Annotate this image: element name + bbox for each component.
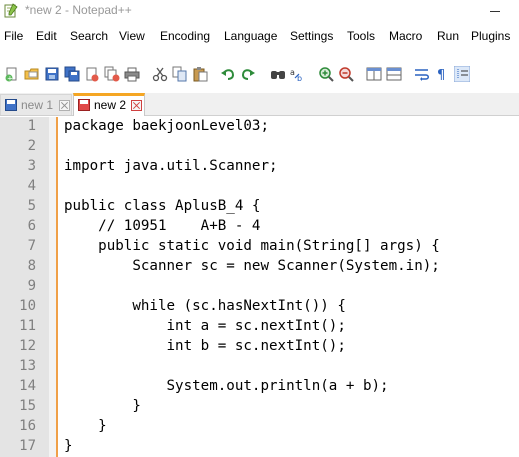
code-line[interactable]: 11 int a = sc.nextInt();	[0, 317, 519, 337]
line-number: 6	[27, 218, 36, 234]
code-line[interactable]: 5 public class AplusB_4 {	[0, 197, 519, 217]
line-number: 13	[19, 358, 36, 374]
menu-run[interactable]: Run	[437, 29, 459, 43]
code-text[interactable]: int a = sc.nextInt();	[64, 318, 345, 334]
line-number: 9	[27, 278, 36, 294]
line-number: 7	[27, 238, 36, 254]
replace-icon[interactable]: ab	[290, 66, 306, 82]
tab-new-2[interactable]: new 2	[73, 93, 145, 116]
indent-guide-icon[interactable]	[454, 66, 470, 82]
sync-horizontal-icon[interactable]	[386, 66, 402, 82]
code-line[interactable]: 6 // 10951 A+B - 4	[0, 217, 519, 237]
code-text[interactable]: }	[64, 398, 141, 414]
word-wrap-icon[interactable]	[414, 66, 430, 82]
code-line[interactable]: 17}	[0, 437, 519, 457]
code-line[interactable]: 15 }	[0, 397, 519, 417]
line-number: 12	[19, 338, 36, 354]
line-number: 4	[27, 178, 36, 194]
menu-bar: File Edit Search View Encoding Language …	[0, 22, 519, 49]
cut-icon[interactable]	[152, 66, 168, 82]
window-title: *new 2 - Notepad++	[25, 3, 132, 17]
code-text[interactable]: System.out.println(a + b);	[64, 378, 388, 394]
code-line[interactable]: 2	[0, 137, 519, 157]
open-file-icon[interactable]	[24, 66, 40, 82]
line-number: 10	[19, 298, 36, 314]
line-number: 14	[19, 378, 36, 394]
line-number: 16	[19, 418, 36, 434]
undo-icon[interactable]	[220, 66, 236, 82]
sync-vertical-icon[interactable]	[366, 66, 382, 82]
line-number: 5	[27, 198, 36, 214]
code-line[interactable]: 3 import java.util.Scanner;	[0, 157, 519, 177]
notepad-plus-plus-icon	[4, 3, 18, 18]
tab-label: new 1	[21, 98, 54, 112]
new-file-icon[interactable]: +	[4, 66, 20, 82]
tab-close-button[interactable]	[59, 100, 70, 111]
menu-macro[interactable]: Macro	[389, 29, 422, 43]
tab-new-1[interactable]: new 1	[0, 94, 72, 115]
zoom-in-icon[interactable]	[318, 66, 334, 82]
tab-close-button[interactable]	[131, 100, 142, 111]
code-line[interactable]: 10 while (sc.hasNextInt()) {	[0, 297, 519, 317]
svg-text:a: a	[290, 68, 295, 77]
line-number: 15	[19, 398, 36, 414]
save-all-icon[interactable]	[64, 66, 80, 82]
svg-text:+: +	[7, 75, 13, 83]
code-text[interactable]: package baekjoonLevel03;	[64, 118, 269, 134]
tab-bar: new 1 new 2	[0, 93, 519, 116]
code-line[interactable]: 14 System.out.println(a + b);	[0, 377, 519, 397]
code-line[interactable]: 12 int b = sc.nextInt();	[0, 337, 519, 357]
redo-icon[interactable]	[240, 66, 256, 82]
code-line[interactable]: 4	[0, 177, 519, 197]
toolbar: + ab ¶	[0, 61, 519, 89]
line-number: 3	[27, 158, 36, 174]
code-text[interactable]: while (sc.hasNextInt()) {	[64, 298, 346, 314]
menu-tools[interactable]: Tools	[347, 29, 375, 43]
print-icon[interactable]	[124, 66, 140, 82]
code-line[interactable]: 7 public static void main(String[] args)…	[0, 237, 519, 257]
title-bar: *new 2 - Notepad++	[0, 0, 519, 22]
unsaved-file-icon	[78, 99, 90, 111]
copy-icon[interactable]	[172, 66, 188, 82]
code-text[interactable]: public class AplusB_4 {	[64, 198, 260, 214]
tab-label: new 2	[94, 98, 127, 112]
line-number: 11	[19, 318, 36, 334]
saved-file-icon	[5, 99, 17, 111]
menu-view[interactable]: View	[119, 29, 145, 43]
menu-settings[interactable]: Settings	[290, 29, 333, 43]
menu-file[interactable]: File	[4, 29, 23, 43]
code-text[interactable]: import java.util.Scanner;	[64, 158, 278, 174]
code-line[interactable]: 8 Scanner sc = new Scanner(System.in);	[0, 257, 519, 277]
minimize-button[interactable]	[480, 2, 510, 20]
code-text[interactable]: }	[64, 438, 73, 454]
menu-edit[interactable]: Edit	[36, 29, 57, 43]
close-all-icon[interactable]	[104, 66, 120, 82]
code-text[interactable]: Scanner sc = new Scanner(System.in);	[64, 258, 440, 274]
code-text[interactable]: }	[64, 418, 107, 434]
menu-encoding[interactable]: Encoding	[160, 29, 210, 43]
svg-text:¶: ¶	[437, 68, 445, 82]
menu-language[interactable]: Language	[224, 29, 277, 43]
code-line[interactable]: 9	[0, 277, 519, 297]
code-text[interactable]: // 10951 A+B - 4	[64, 218, 260, 234]
menu-plugins[interactable]: Plugins	[471, 29, 510, 43]
code-line[interactable]: 13	[0, 357, 519, 377]
code-text[interactable]: int b = sc.nextInt();	[64, 338, 345, 354]
close-icon[interactable]	[84, 66, 100, 82]
line-number: 17	[19, 438, 36, 454]
save-icon[interactable]	[44, 66, 60, 82]
show-all-chars-icon[interactable]: ¶	[434, 66, 450, 82]
line-number: 8	[27, 258, 36, 274]
code-line[interactable]: 16 }	[0, 417, 519, 437]
code-text[interactable]: public static void main(String[] args) {	[64, 238, 440, 254]
line-number: 2	[27, 138, 36, 154]
code-editor[interactable]: 1 package baekjoonLevel03; 2 3 import java.u…	[0, 117, 519, 457]
find-icon[interactable]	[270, 66, 286, 82]
paste-icon[interactable]	[192, 66, 208, 82]
line-number: 1	[27, 118, 36, 134]
code-line[interactable]: 1 package baekjoonLevel03;	[0, 117, 519, 137]
menu-search[interactable]: Search	[70, 29, 108, 43]
zoom-out-icon[interactable]	[338, 66, 354, 82]
